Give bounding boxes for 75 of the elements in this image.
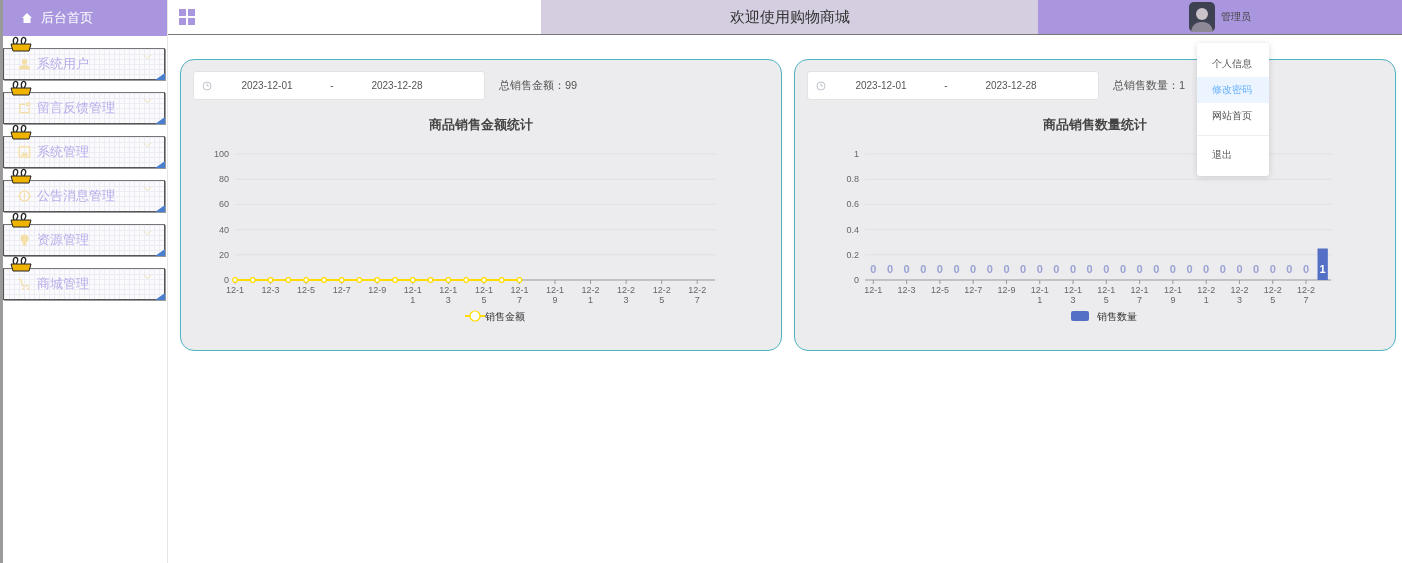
x-tick-label: 12-9 bbox=[997, 285, 1016, 295]
bar-value-label: 0 bbox=[1169, 263, 1176, 275]
x-tick-label: 12-15 bbox=[474, 285, 493, 305]
y-tick-label: 100 bbox=[213, 149, 229, 159]
x-tick-label: 12-3 bbox=[261, 285, 280, 295]
bar-value-label: 0 bbox=[1253, 263, 1260, 275]
y-tick-label: 0 bbox=[854, 275, 859, 285]
y-tick-label: 0.6 bbox=[846, 199, 859, 210]
y-tick-label: 40 bbox=[219, 224, 229, 235]
x-tick-label: 12-17 bbox=[510, 285, 529, 305]
x-tick-label: 12-27 bbox=[688, 285, 707, 305]
welcome-title: 欢迎使用购物商城 bbox=[541, 0, 1038, 34]
bar-value-label: 0 bbox=[1036, 263, 1043, 275]
bar-value-label: 0 bbox=[1053, 263, 1060, 275]
bar-value-label: 0 bbox=[1020, 263, 1027, 275]
bar-value-label: 0 bbox=[886, 263, 894, 275]
sales-total-label: 总销售数量：1 bbox=[1113, 78, 1186, 93]
x-tick-label: 12-21 bbox=[581, 285, 600, 305]
x-tick-label: 12-1 bbox=[864, 285, 883, 295]
bar-value-label: 0 bbox=[1302, 263, 1310, 275]
chart-title: 商品销售数量统计 bbox=[1042, 117, 1148, 134]
x-tick-label: 12-27 bbox=[1297, 285, 1316, 305]
bar-value-label: 0 bbox=[986, 263, 993, 275]
x-tick-label: 12-7 bbox=[332, 285, 351, 295]
x-tick-label: 12-5 bbox=[930, 285, 949, 295]
x-tick-label: 12-15 bbox=[1097, 285, 1116, 305]
bar-value-label: 0 bbox=[1269, 263, 1276, 275]
bar-value-label: 0 bbox=[870, 263, 877, 275]
x-tick-label: 12-21 bbox=[1197, 285, 1216, 305]
x-tick-label: 12-25 bbox=[1263, 285, 1282, 305]
y-tick-label: 0.4 bbox=[846, 224, 859, 235]
y-tick-label: 20 bbox=[219, 249, 229, 260]
x-tick-label: 12-11 bbox=[1030, 285, 1049, 305]
x-tick-label: 12-7 bbox=[964, 285, 983, 295]
bar-value-label: 0 bbox=[1103, 263, 1110, 275]
x-tick-label: 12-13 bbox=[439, 285, 458, 305]
legend-label: 销售数量 bbox=[1097, 311, 1137, 322]
bar-value-label: 1 bbox=[1319, 263, 1326, 275]
bar-value-label: 0 bbox=[1219, 263, 1226, 275]
x-tick-label: 12-9 bbox=[368, 285, 387, 295]
bar-value-label: 0 bbox=[1003, 263, 1010, 275]
bar-value-label: 0 bbox=[936, 263, 943, 275]
x-tick-label: 12-19 bbox=[1163, 285, 1182, 305]
x-tick-label: 12-23 bbox=[617, 285, 636, 305]
x-tick-label: 12-19 bbox=[546, 285, 564, 305]
x-tick-label: 12-23 bbox=[1230, 285, 1249, 305]
y-tick-label: 60 bbox=[219, 199, 229, 210]
bar-value-label: 0 bbox=[920, 263, 927, 275]
bar-value-label: 0 bbox=[1119, 263, 1127, 275]
bar-value-label: 0 bbox=[1236, 263, 1243, 275]
x-tick-label: 12-5 bbox=[297, 285, 316, 295]
bar-value-label: 0 bbox=[903, 263, 910, 275]
x-tick-label: 12-25 bbox=[652, 285, 671, 305]
legend-label: 销售金额 bbox=[485, 311, 525, 322]
x-tick-label: 12-13 bbox=[1064, 285, 1083, 305]
bar-value-label: 0 bbox=[1153, 263, 1160, 275]
bar-value-label: 0 bbox=[1286, 263, 1293, 275]
bar-value-label: 0 bbox=[1069, 263, 1077, 275]
bar-value-label: 0 bbox=[1086, 263, 1093, 275]
y-tick-label: 0.8 bbox=[846, 174, 859, 185]
bar-value-label: 0 bbox=[1203, 263, 1210, 275]
y-tick-label: 1 bbox=[854, 149, 859, 159]
y-tick-label: 80 bbox=[219, 174, 229, 185]
y-tick-label: 0.2 bbox=[846, 249, 859, 260]
x-tick-label: 12-3 bbox=[897, 285, 916, 295]
sales-total-label: 总销售金额：99 bbox=[499, 78, 578, 93]
bar-value-label: 0 bbox=[953, 263, 960, 275]
chart-title: 商品销售金额统计 bbox=[428, 117, 534, 134]
x-tick-label: 12-11 bbox=[403, 285, 422, 305]
bar-value-label: 0 bbox=[1136, 263, 1143, 275]
bar-value-label: 0 bbox=[1186, 263, 1193, 275]
bar-value-label: 0 bbox=[970, 263, 977, 275]
x-tick-label: 12-1 bbox=[226, 285, 244, 295]
y-tick-label: 0 bbox=[224, 275, 229, 285]
x-tick-label: 12-17 bbox=[1130, 285, 1149, 305]
